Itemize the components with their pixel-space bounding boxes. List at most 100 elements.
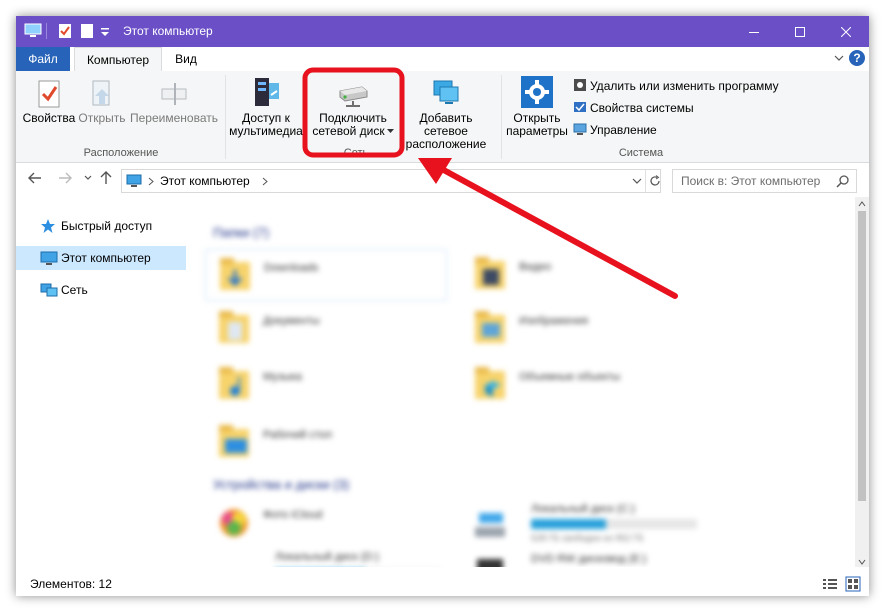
folder-tile[interactable]: Видео	[461, 249, 701, 299]
open-button[interactable]: Открыть	[76, 79, 128, 125]
back-arrow-icon[interactable]	[28, 171, 42, 185]
folder-tile[interactable]: Документы	[205, 303, 445, 353]
recent-locations-chevron-icon[interactable]	[84, 175, 92, 181]
downloads-folder-icon	[220, 258, 250, 290]
title-bar: Этот компьютер	[16, 16, 869, 47]
explorer-window: Этот компьютер Файл Компьютер Вид ? Свой…	[16, 16, 869, 596]
device-name: Локальный диск (C:)	[531, 503, 636, 515]
system-properties-button[interactable]: Свойства системы	[573, 99, 694, 117]
manage-button[interactable]: Управление	[573, 121, 657, 139]
tab-view[interactable]: Вид	[166, 47, 206, 71]
group-label-system: Система	[618, 147, 664, 159]
chevron-right-icon[interactable]	[148, 177, 154, 186]
open-icon	[92, 80, 110, 106]
section-header-folders[interactable]: Папки (7)	[213, 225, 269, 240]
add-location-label-1: Добавить сетевое	[419, 111, 473, 138]
rename-label: Переименовать	[130, 111, 218, 125]
group-label-location: Расположение	[83, 147, 159, 159]
add-network-location-button[interactable]: Добавить сетевое расположение	[396, 75, 496, 151]
folder-tile[interactable]: Объемные объекты	[461, 359, 701, 409]
folder-tile[interactable]: Музыка	[205, 359, 445, 409]
computer-management-icon	[573, 123, 587, 135]
nav-item-this-pc[interactable]: Этот компьютер	[16, 246, 186, 270]
nav-item-network[interactable]: Сеть	[16, 278, 186, 302]
search-placeholder: Поиск в: Этот компьютер	[681, 174, 821, 188]
pictures-folder-icon	[475, 311, 505, 343]
properties-icon	[38, 80, 60, 108]
folder-tile[interactable]: Рабочий стол	[205, 417, 445, 467]
media-access-button[interactable]: Доступ к мультимедиа	[228, 75, 304, 138]
rename-button[interactable]: Переименовать	[128, 79, 220, 125]
chevron-right-icon[interactable]	[262, 177, 268, 186]
properties-label: Свойства	[22, 111, 76, 125]
new-folder-quick-icon[interactable]	[80, 23, 94, 39]
nav-label-network: Сеть	[61, 283, 88, 297]
search-icon[interactable]	[836, 174, 850, 188]
local-disk-icon	[217, 553, 251, 567]
open-settings-button[interactable]: Открыть параметры	[506, 75, 568, 138]
device-tile[interactable]: Локальный диск (D:)	[205, 549, 445, 567]
gear-icon	[521, 76, 553, 108]
chevron-down-icon[interactable]	[834, 54, 844, 62]
group-label-network: Сеть	[343, 147, 369, 159]
content-pane: Папки (7) Downloads Видео Документы Изоб…	[189, 197, 855, 567]
network-location-icon	[433, 80, 459, 104]
computer-icon	[126, 174, 142, 187]
uninstall-icon	[574, 79, 586, 91]
ribbon-tabs: Файл Компьютер Вид ?	[16, 47, 869, 73]
properties-button[interactable]: Свойства	[22, 79, 76, 125]
uninstall-program-button[interactable]: Удалить или изменить программу	[573, 77, 779, 95]
help-icon[interactable]: ?	[848, 49, 866, 67]
folder-tile[interactable]: Изображения	[461, 303, 701, 353]
maximize-button[interactable]	[777, 16, 823, 47]
device-tile[interactable]: Локальный диск (C:) 528 ГБ свободно из 9…	[461, 499, 721, 549]
documents-folder-icon	[219, 311, 249, 343]
open-label: Открыть	[78, 111, 126, 125]
address-bar[interactable]: Этот компьютер	[121, 169, 661, 193]
title-separator	[46, 23, 47, 39]
customize-toolbar-icon[interactable]	[100, 23, 110, 39]
scroll-up-icon[interactable]	[858, 201, 866, 207]
device-name: Фото iCloud	[263, 509, 323, 521]
chevron-down-icon[interactable]	[632, 178, 642, 185]
device-tile[interactable]: Фото iCloud	[205, 499, 445, 549]
tab-file[interactable]: Файл	[16, 47, 70, 71]
scroll-thumb[interactable]	[858, 211, 866, 501]
properties-quick-icon[interactable]	[58, 23, 72, 39]
nav-label-quick-access: Быстрый доступ	[61, 219, 153, 233]
system-properties-icon	[574, 102, 586, 112]
up-arrow-icon[interactable]	[100, 171, 112, 185]
dropdown-arrow-icon[interactable]	[386, 128, 394, 134]
folder-tile[interactable]: Downloads	[205, 249, 447, 301]
tiles-view-icon[interactable]	[845, 576, 861, 592]
scroll-down-icon[interactable]	[858, 559, 866, 565]
address-row: Этот компьютер Поиск в: Этот компьютер	[16, 163, 869, 197]
details-view-icon[interactable]	[822, 577, 838, 591]
close-button[interactable]	[823, 16, 869, 47]
vertical-scrollbar[interactable]	[855, 197, 869, 567]
tab-computer[interactable]: Компьютер	[74, 47, 162, 73]
minimize-button[interactable]	[731, 16, 777, 47]
window-title: Этот компьютер	[123, 24, 213, 38]
forward-arrow-icon[interactable]	[58, 171, 72, 185]
status-bar: Элементов: 12	[16, 572, 869, 596]
map-network-drive-button[interactable]: Подключить сетевой диск	[310, 75, 396, 138]
folder-name: Видео	[519, 261, 552, 273]
group-separator	[225, 75, 226, 159]
folder-name: Документы	[263, 315, 320, 327]
media-server-icon	[255, 78, 279, 106]
network-icon	[40, 283, 58, 297]
minimize-icon	[749, 32, 759, 34]
icloud-photos-icon	[220, 509, 248, 537]
network-drive-icon	[339, 86, 368, 107]
add-location-label-2: расположение	[405, 137, 487, 151]
nav-label-this-pc: Этот компьютер	[61, 251, 151, 265]
manage-label: Управление	[590, 123, 657, 137]
folder-name: Изображения	[519, 315, 589, 327]
device-tile[interactable]: DVD RW дисковод (E:)	[461, 549, 701, 567]
map-drive-label-2-wrap: сетевой диск	[310, 125, 396, 138]
nav-item-quick-access[interactable]: Быстрый доступ	[16, 214, 186, 238]
refresh-icon[interactable]	[649, 175, 661, 187]
search-input[interactable]: Поиск в: Этот компьютер	[672, 169, 857, 193]
section-header-devices[interactable]: Устройства и диски (3)	[213, 477, 349, 492]
